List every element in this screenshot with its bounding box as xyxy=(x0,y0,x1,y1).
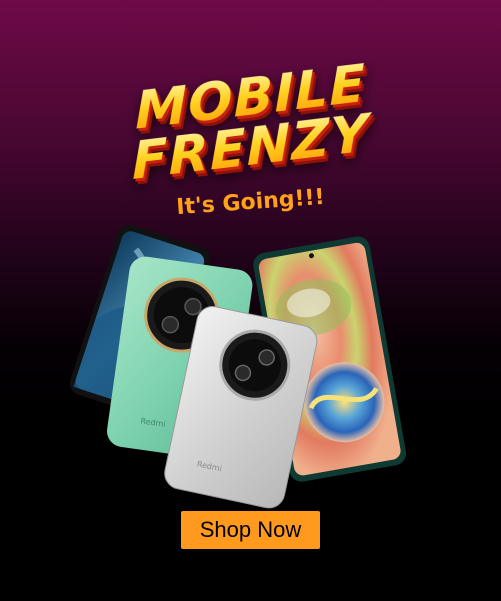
shop-now-button[interactable]: Shop Now xyxy=(181,511,320,549)
promo-banner: MOBILE FRENZY It's Going!!! Redmi Redmi … xyxy=(0,0,501,601)
